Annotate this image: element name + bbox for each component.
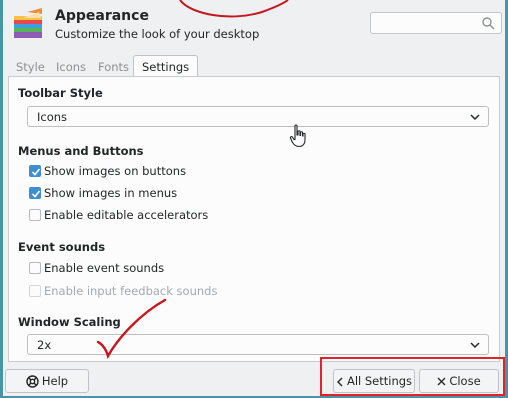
toolbar-style-heading: Toolbar Style: [18, 86, 103, 100]
checkbox-label: Enable event sounds: [44, 261, 165, 275]
tab-icons[interactable]: Icons: [56, 57, 86, 77]
checkbox-label: Enable input feedback sounds: [44, 284, 218, 298]
toolbar-style-value: Icons: [37, 110, 68, 124]
help-lifebuoy-icon: [26, 375, 39, 388]
appearance-window: Appearance Customize the look of your de…: [0, 0, 508, 398]
help-button-label: Help: [41, 374, 69, 388]
search-icon: [482, 17, 495, 30]
window-scaling-select[interactable]: 2x: [27, 334, 489, 355]
toolbar-style-select[interactable]: Icons: [27, 106, 489, 127]
settings-panel: Toolbar Style Icons Menus and Buttons Sh…: [8, 76, 500, 362]
page-title: Appearance: [55, 8, 149, 24]
annotation-highlight-box: [320, 357, 505, 396]
event-sounds-heading: Event sounds: [18, 240, 106, 254]
checkbox-checked[interactable]: [29, 165, 41, 177]
window-border-left: [0, 0, 3, 398]
checkbox-label: Enable editable accelerators: [44, 208, 209, 222]
window-scaling-value: 2x: [37, 338, 52, 352]
chevron-down-icon: [470, 114, 480, 121]
appearance-app-icon: [11, 6, 45, 40]
chevron-down-icon: [470, 342, 480, 349]
checkbox-label: Show images on buttons: [44, 164, 187, 178]
checkbox-checked[interactable]: [29, 187, 41, 199]
tab-style[interactable]: Style: [16, 57, 45, 77]
page-subtitle: Customize the look of your desktop: [55, 27, 260, 41]
search-input[interactable]: [370, 12, 502, 34]
checkbox-unchecked[interactable]: [29, 209, 41, 221]
hand-cursor-icon: [289, 124, 306, 148]
tab-settings[interactable]: Settings: [133, 55, 199, 78]
tab-fonts[interactable]: Fonts: [98, 57, 129, 77]
checkbox-unchecked: [29, 285, 41, 297]
checkbox-label: Show images in menus: [44, 186, 178, 200]
window-header: Appearance Customize the look of your de…: [3, 0, 505, 50]
window-scaling-heading: Window Scaling: [18, 315, 121, 329]
help-button[interactable]: Help: [5, 369, 89, 393]
checkbox-unchecked[interactable]: [29, 262, 41, 274]
menus-buttons-heading: Menus and Buttons: [18, 144, 144, 158]
